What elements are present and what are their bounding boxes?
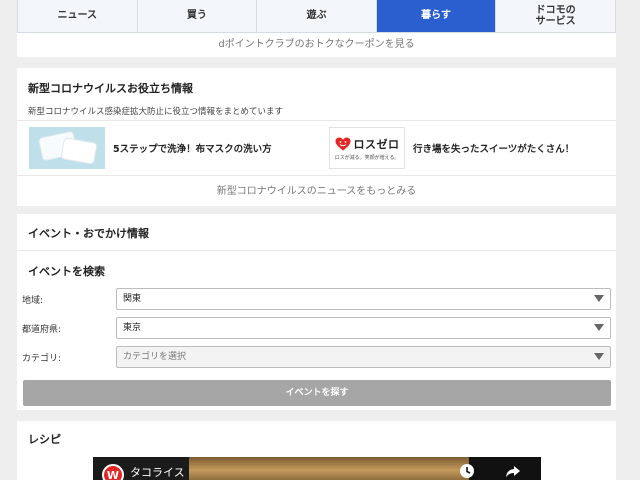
- article-mask-washing[interactable]: 5ステップで洗浄！布マスクの洗い方: [29, 126, 272, 170]
- event-section-title: イベント・おでかけ情報: [28, 227, 149, 240]
- tab-living[interactable]: 暮らす: [376, 0, 497, 32]
- caret-down-icon: [594, 324, 604, 331]
- caret-down-icon: [594, 353, 604, 360]
- category-value: カテゴリを選択: [123, 352, 187, 362]
- tab-news[interactable]: ニュース: [18, 0, 138, 32]
- loss-zero-logo: ロスゼロ ロスが減る。笑顔が増える。: [329, 127, 405, 169]
- prefecture-select[interactable]: 東京: [116, 317, 611, 339]
- article-title[interactable]: 行き場を失ったスイーツがたくさん！: [413, 141, 574, 155]
- region-select[interactable]: 関東: [116, 288, 611, 310]
- article-title[interactable]: 5ステップで洗浄！布マスクの洗い方: [113, 141, 272, 155]
- coupon-link[interactable]: dポイントクラブのおトクなクーポンを見る: [17, 33, 616, 57]
- logo-tagline: ロスが減る。笑顔が増える。: [334, 154, 400, 161]
- category-row: カテゴリ: カテゴリを選択: [17, 346, 616, 368]
- corona-section-title: 新型コロナウイルスお役立ち情報: [28, 82, 193, 95]
- corona-info-card: 新型コロナウイルスお役立ち情報 新型コロナウイルス感染症拡大防止に役立つ情報をま…: [17, 68, 616, 206]
- divider: [17, 175, 616, 176]
- article-loss-zero[interactable]: ロスゼロ ロスが減る。笑顔が増える。 行き場を失ったスイーツがたくさん！: [329, 126, 574, 170]
- video-thumbnail: [189, 457, 469, 480]
- region-value: 関東: [123, 294, 142, 304]
- prefecture-label: 都道府県:: [22, 325, 62, 335]
- mask-thumbnail: [29, 127, 105, 169]
- recipe-video[interactable]: W タコライス: [93, 457, 541, 480]
- region-label: 地域:: [22, 296, 44, 306]
- prefecture-row: 都道府県: 東京: [17, 317, 616, 339]
- heart-icon: [335, 137, 350, 150]
- share-icon[interactable]: [505, 463, 521, 479]
- category-tabs: ニュース 買う 遊ぶ 暮らす ドコモの サービス: [17, 0, 616, 33]
- tab-play[interactable]: 遊ぶ: [257, 0, 377, 32]
- search-events-button[interactable]: イベントを探す: [23, 380, 611, 406]
- channel-avatar[interactable]: W: [102, 464, 124, 480]
- divider: [17, 250, 616, 251]
- video-title[interactable]: タコライス: [130, 464, 185, 480]
- corona-more-link[interactable]: 新型コロナウイルスのニュースをもっとみる: [17, 182, 616, 197]
- category-select[interactable]: カテゴリを選択: [116, 346, 611, 368]
- clock-icon[interactable]: [459, 463, 475, 479]
- divider: [17, 120, 616, 121]
- event-card: イベント・おでかけ情報 イベントを検索 地域: 関東 都道府県: 東京 カテゴリ…: [17, 214, 616, 410]
- recipe-card: レシピ W タコライス: [17, 421, 616, 480]
- event-search-title: イベントを検索: [28, 265, 105, 278]
- recipe-section-title: レシピ: [28, 433, 61, 446]
- corona-section-description: 新型コロナウイルス感染症拡大防止に役立つ情報をまとめています: [28, 107, 284, 117]
- category-label: カテゴリ:: [22, 354, 62, 364]
- region-row: 地域: 関東: [17, 288, 616, 310]
- tab-shopping[interactable]: 買う: [137, 0, 258, 32]
- logo-text: ロスゼロ: [353, 137, 400, 151]
- caret-down-icon: [594, 295, 604, 302]
- tab-docomo-services[interactable]: ドコモの サービス: [496, 0, 615, 32]
- coupon-card: dポイントクラブのおトクなクーポンを見る: [17, 33, 616, 57]
- prefecture-value: 東京: [123, 323, 142, 333]
